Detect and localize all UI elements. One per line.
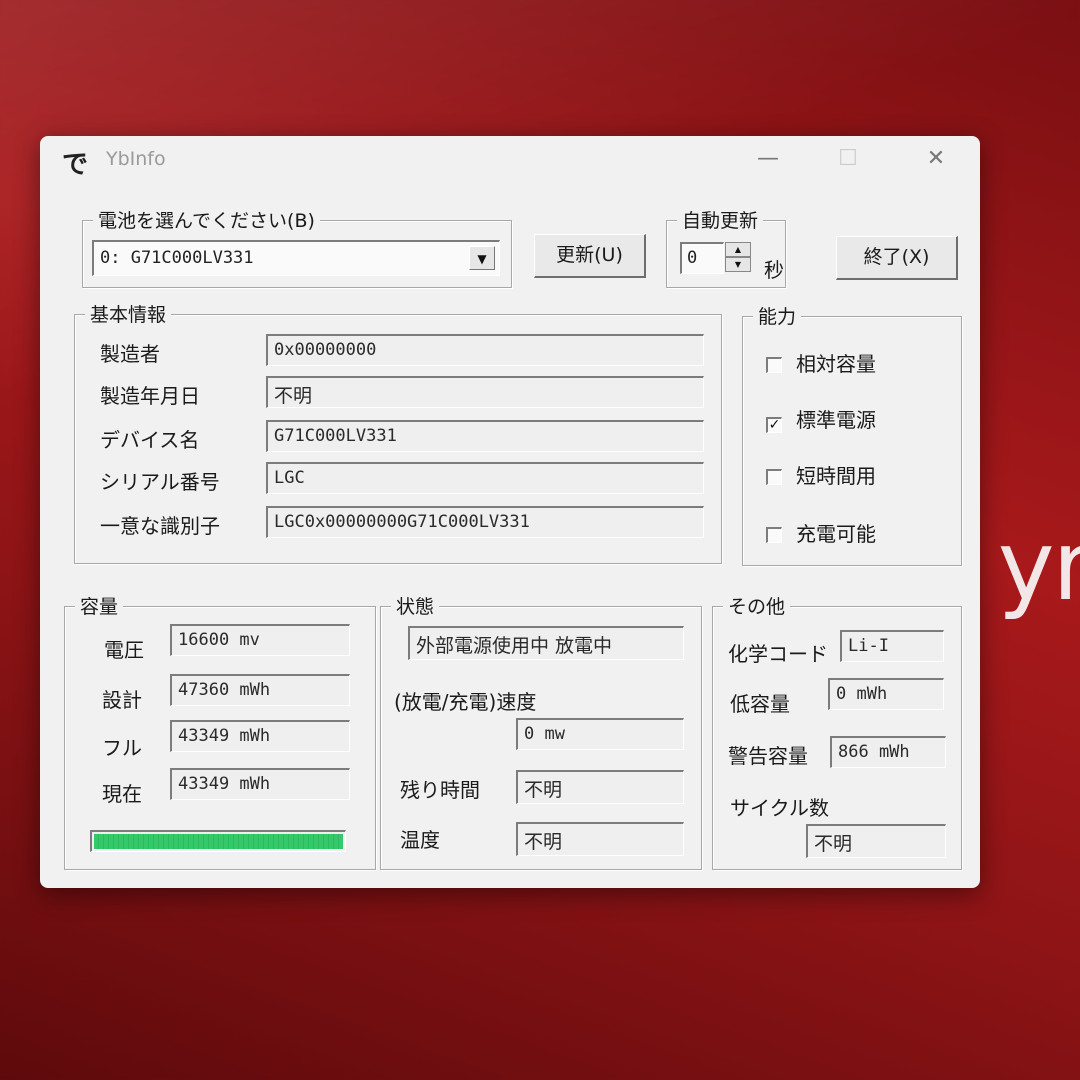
chevron-down-icon[interactable]: ▼	[469, 246, 495, 270]
checkbox-icon[interactable]	[766, 357, 782, 373]
capability-legend: 能力	[753, 302, 802, 329]
capability-rechargeable[interactable]: 充電可能	[766, 518, 876, 547]
spin-down-icon[interactable]: ▼	[725, 257, 751, 272]
design-capacity-label: 設計	[102, 688, 142, 712]
serial-number-field: LGC	[266, 462, 704, 494]
manufacturer-field: 0x00000000	[266, 334, 704, 366]
current-capacity-field: 43349 mWh	[170, 768, 350, 800]
low-capacity-label: 低容量	[730, 692, 790, 716]
rate-label: (放電/充電)速度	[394, 690, 537, 714]
capability-short-term[interactable]: 短時間用	[766, 460, 876, 489]
desktop-background-text: yr	[997, 510, 1080, 622]
rate-field: 0 mw	[516, 718, 684, 750]
manufacture-date-label: 製造年月日	[100, 384, 200, 408]
capacity-legend: 容量	[75, 592, 124, 619]
chemistry-label: 化学コード	[728, 642, 828, 666]
warning-capacity-label: 警告容量	[728, 744, 808, 768]
app-icon: で	[62, 150, 89, 180]
basic-info-legend: 基本情報	[85, 300, 172, 327]
ybinfo-window: で YbInfo — ☐ ✕ 電池を選んでください(B) 0: G71C000L…	[40, 136, 980, 888]
design-capacity-field: 47360 mWh	[170, 674, 350, 706]
unique-id-field: LGC0x00000000G71C000LV331	[266, 506, 704, 538]
auto-update-interval-input[interactable]: 0	[680, 242, 724, 274]
device-name-label: デバイス名	[100, 428, 200, 452]
exit-button[interactable]: 終了(X)	[836, 236, 958, 280]
checkbox-checked-icon[interactable]: ✓	[766, 417, 782, 433]
current-capacity-label: 現在	[102, 782, 142, 806]
unique-id-label: 一意な識別子	[100, 514, 220, 538]
auto-update-legend: 自動更新	[677, 206, 764, 233]
checkbox-icon[interactable]	[766, 469, 782, 485]
spin-up-icon[interactable]: ▲	[725, 242, 751, 257]
remaining-time-label: 残り時間	[400, 778, 480, 802]
low-capacity-field: 0 mWh	[828, 678, 944, 710]
update-button[interactable]: 更新(U)	[534, 234, 646, 278]
warning-capacity-field: 866 mWh	[830, 736, 946, 768]
auto-update-spinner[interactable]: ▲ ▼	[725, 242, 751, 274]
other-legend: その他	[723, 592, 791, 619]
cycle-count-label: サイクル数	[730, 796, 829, 820]
battery-select-dropdown[interactable]: 0: G71C000LV331 ▼	[92, 240, 500, 276]
power-state-field: 外部電源使用中 放電中	[408, 626, 684, 660]
status-legend: 状態	[391, 592, 440, 619]
manufacture-date-field: 不明	[266, 376, 704, 408]
charge-progress-bar	[90, 830, 346, 852]
voltage-field: 16600 mv	[170, 624, 350, 656]
checkbox-icon[interactable]	[766, 527, 782, 543]
charge-progress-fill	[94, 834, 343, 849]
window-title: YbInfo	[106, 148, 166, 170]
close-icon[interactable]: ✕	[920, 146, 952, 172]
capability-relative-capacity[interactable]: 相対容量	[766, 348, 876, 377]
chemistry-field: Li-I	[840, 630, 944, 662]
serial-number-label: シリアル番号	[100, 470, 220, 494]
temperature-field: 不明	[516, 822, 684, 856]
remaining-time-field: 不明	[516, 770, 684, 804]
minimize-icon[interactable]: —	[752, 146, 784, 172]
voltage-label: 電圧	[104, 638, 144, 662]
full-capacity-field: 43349 mWh	[170, 720, 350, 752]
device-name-field: G71C000LV331	[266, 420, 704, 452]
auto-update-unit: 秒	[764, 258, 784, 282]
battery-select-legend: 電池を選んでください(B)	[93, 206, 320, 233]
manufacturer-label: 製造者	[100, 342, 160, 366]
temperature-label: 温度	[400, 828, 440, 852]
battery-select-value: 0: G71C000LV331	[100, 248, 254, 268]
title-bar[interactable]: で YbInfo — ☐ ✕	[40, 136, 980, 182]
cycle-count-field: 不明	[806, 824, 946, 858]
maximize-icon[interactable]: ☐	[832, 146, 864, 172]
full-capacity-label: フル	[102, 736, 142, 760]
capability-standard-power[interactable]: ✓ 標準電源	[766, 404, 876, 433]
